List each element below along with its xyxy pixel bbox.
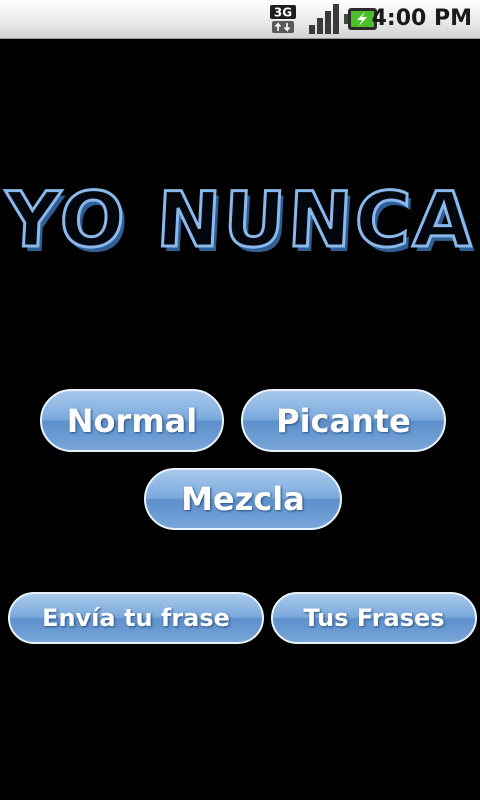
app-title: YO NUNCA [1,174,480,266]
normal-button[interactable]: Normal [40,389,224,452]
status-clock: 4:00 PM [371,6,472,31]
send-phrase-button[interactable]: Envía tu frase [8,592,264,644]
signal-strength-icon [306,4,340,34]
your-phrases-button[interactable]: Tus Frases [271,592,477,644]
mezcla-button[interactable]: Mezcla [144,468,342,530]
picante-button[interactable]: Picante [241,389,446,452]
status-bar: 3G 4:00 PM [0,0,480,39]
3g-data-icon: 3G [268,4,302,34]
network-type-label: 3G [274,6,292,20]
app-screen: 3G 4:00 PM YO NUNCA Normal Picante Mezcl… [0,0,480,800]
